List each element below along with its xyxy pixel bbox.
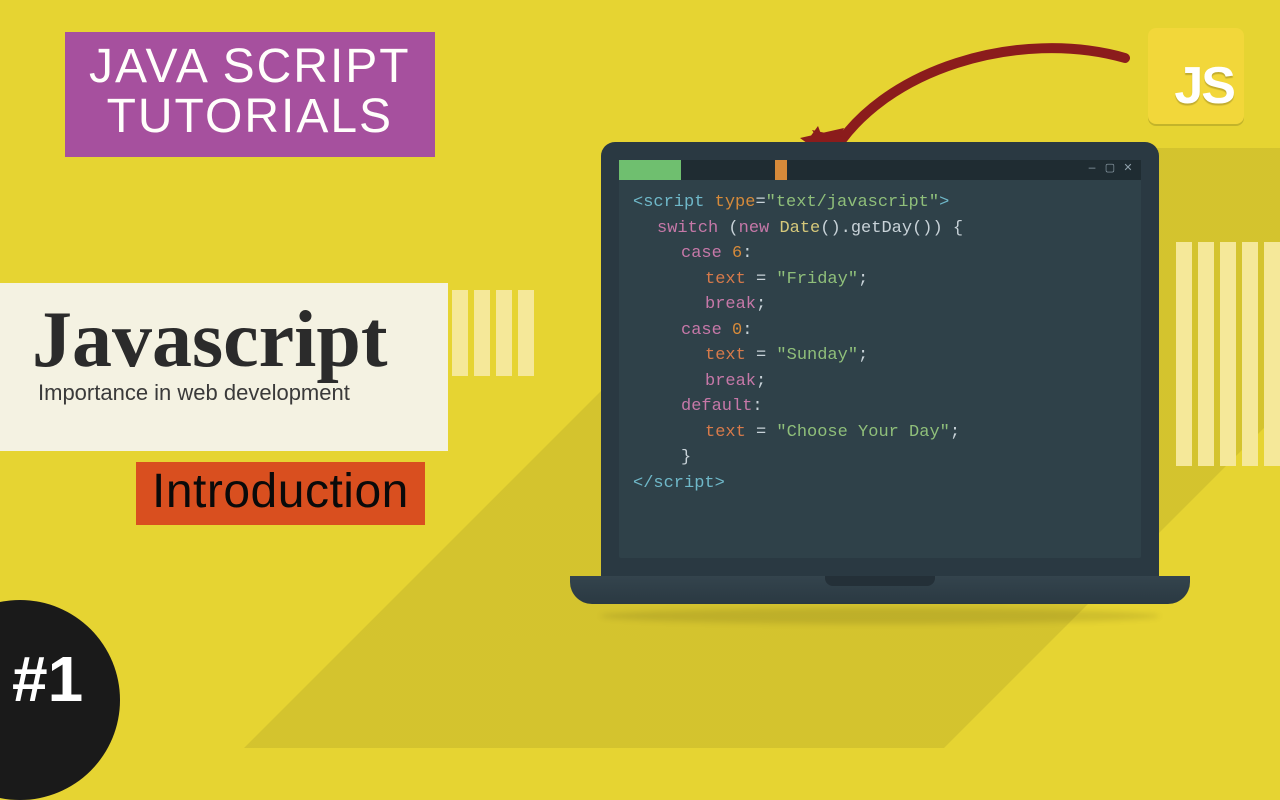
series-title-line1: JAVA SCRIPT <box>89 42 411 92</box>
series-title-line2: TUTORIALS <box>89 92 411 142</box>
episode-badge: #1 <box>0 580 150 720</box>
laptop-base <box>570 576 1190 604</box>
laptop-bezel: — ▢ ✕ <script type="text/javascript"> sw… <box>601 142 1159 576</box>
intro-label: Introduction <box>136 462 425 525</box>
series-title-badge: JAVA SCRIPT TUTORIALS <box>65 32 435 157</box>
editor-titlebar: — ▢ ✕ <box>619 160 1141 180</box>
decorative-stripes-left <box>452 290 534 376</box>
episode-number: #1 <box>12 642 83 716</box>
close-icon: ✕ <box>1121 163 1135 175</box>
title-card: Javascript Importance in web development <box>0 283 448 451</box>
maximize-icon: ▢ <box>1103 163 1117 175</box>
code-content: <script type="text/javascript"> switch (… <box>619 180 1141 506</box>
laptop-ground-shadow <box>600 608 1160 624</box>
minimize-icon: — <box>1085 163 1099 175</box>
window-controls: — ▢ ✕ <box>1085 163 1135 175</box>
js-logo-text: JS <box>1174 56 1234 116</box>
js-logo-icon: JS <box>1148 28 1244 124</box>
active-tab-indicator <box>619 160 681 180</box>
decorative-stripes-right <box>1176 242 1280 466</box>
code-editor-window: — ▢ ✕ <script type="text/javascript"> sw… <box>619 160 1141 558</box>
tab-marker <box>775 160 787 180</box>
laptop-illustration: — ▢ ✕ <script type="text/javascript"> sw… <box>570 142 1190 624</box>
main-title: Javascript <box>32 295 428 386</box>
